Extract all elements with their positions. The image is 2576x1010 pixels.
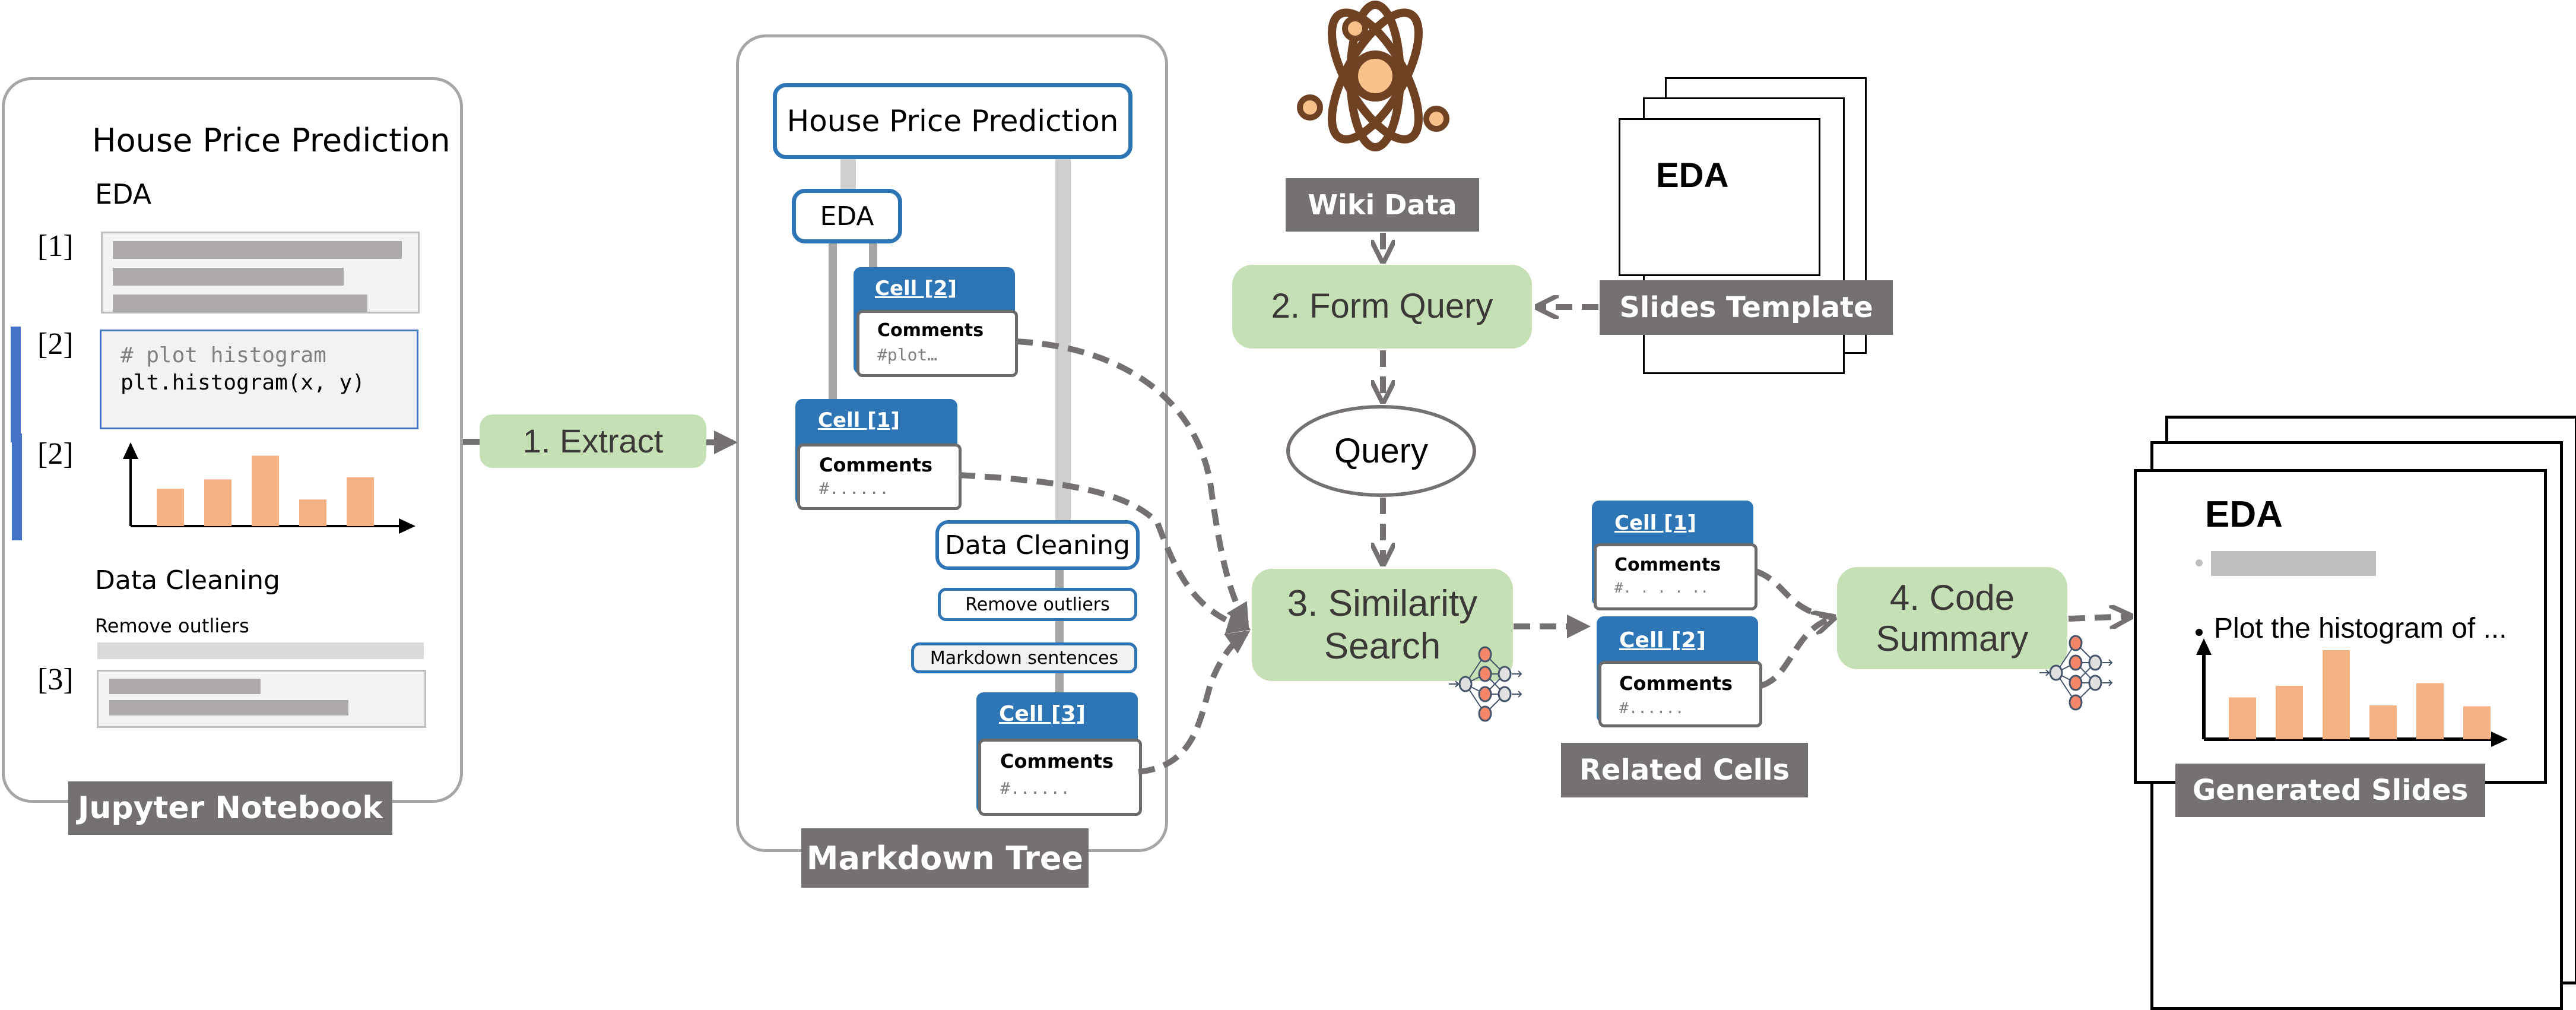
nn-node (1478, 666, 1492, 682)
nn-node (2069, 635, 2083, 651)
nn-arrow (2102, 659, 2113, 666)
nn-arrow (1512, 691, 1522, 698)
nn-arrow (2102, 679, 2113, 686)
neural-network-icons (1449, 635, 2113, 722)
nn-node (1478, 646, 1492, 663)
nn-node (2069, 654, 2083, 671)
nn-node (2088, 675, 2102, 691)
nn-node (2069, 675, 2083, 691)
nn-node (2069, 694, 2083, 711)
nn-node (2088, 654, 2102, 671)
nn-arrow (2039, 669, 2050, 676)
nn-node (2049, 664, 2063, 681)
neural-network-icon (2039, 635, 2113, 711)
nn-node (1478, 686, 1492, 702)
nn-node (1498, 686, 1512, 702)
nn-arrow (1512, 670, 1522, 677)
nn-node (1498, 666, 1512, 682)
nn-node (1478, 705, 1492, 722)
nn-node (1458, 676, 1473, 692)
neural-network-icon (1449, 646, 1522, 722)
nn-arrow (1449, 680, 1460, 688)
